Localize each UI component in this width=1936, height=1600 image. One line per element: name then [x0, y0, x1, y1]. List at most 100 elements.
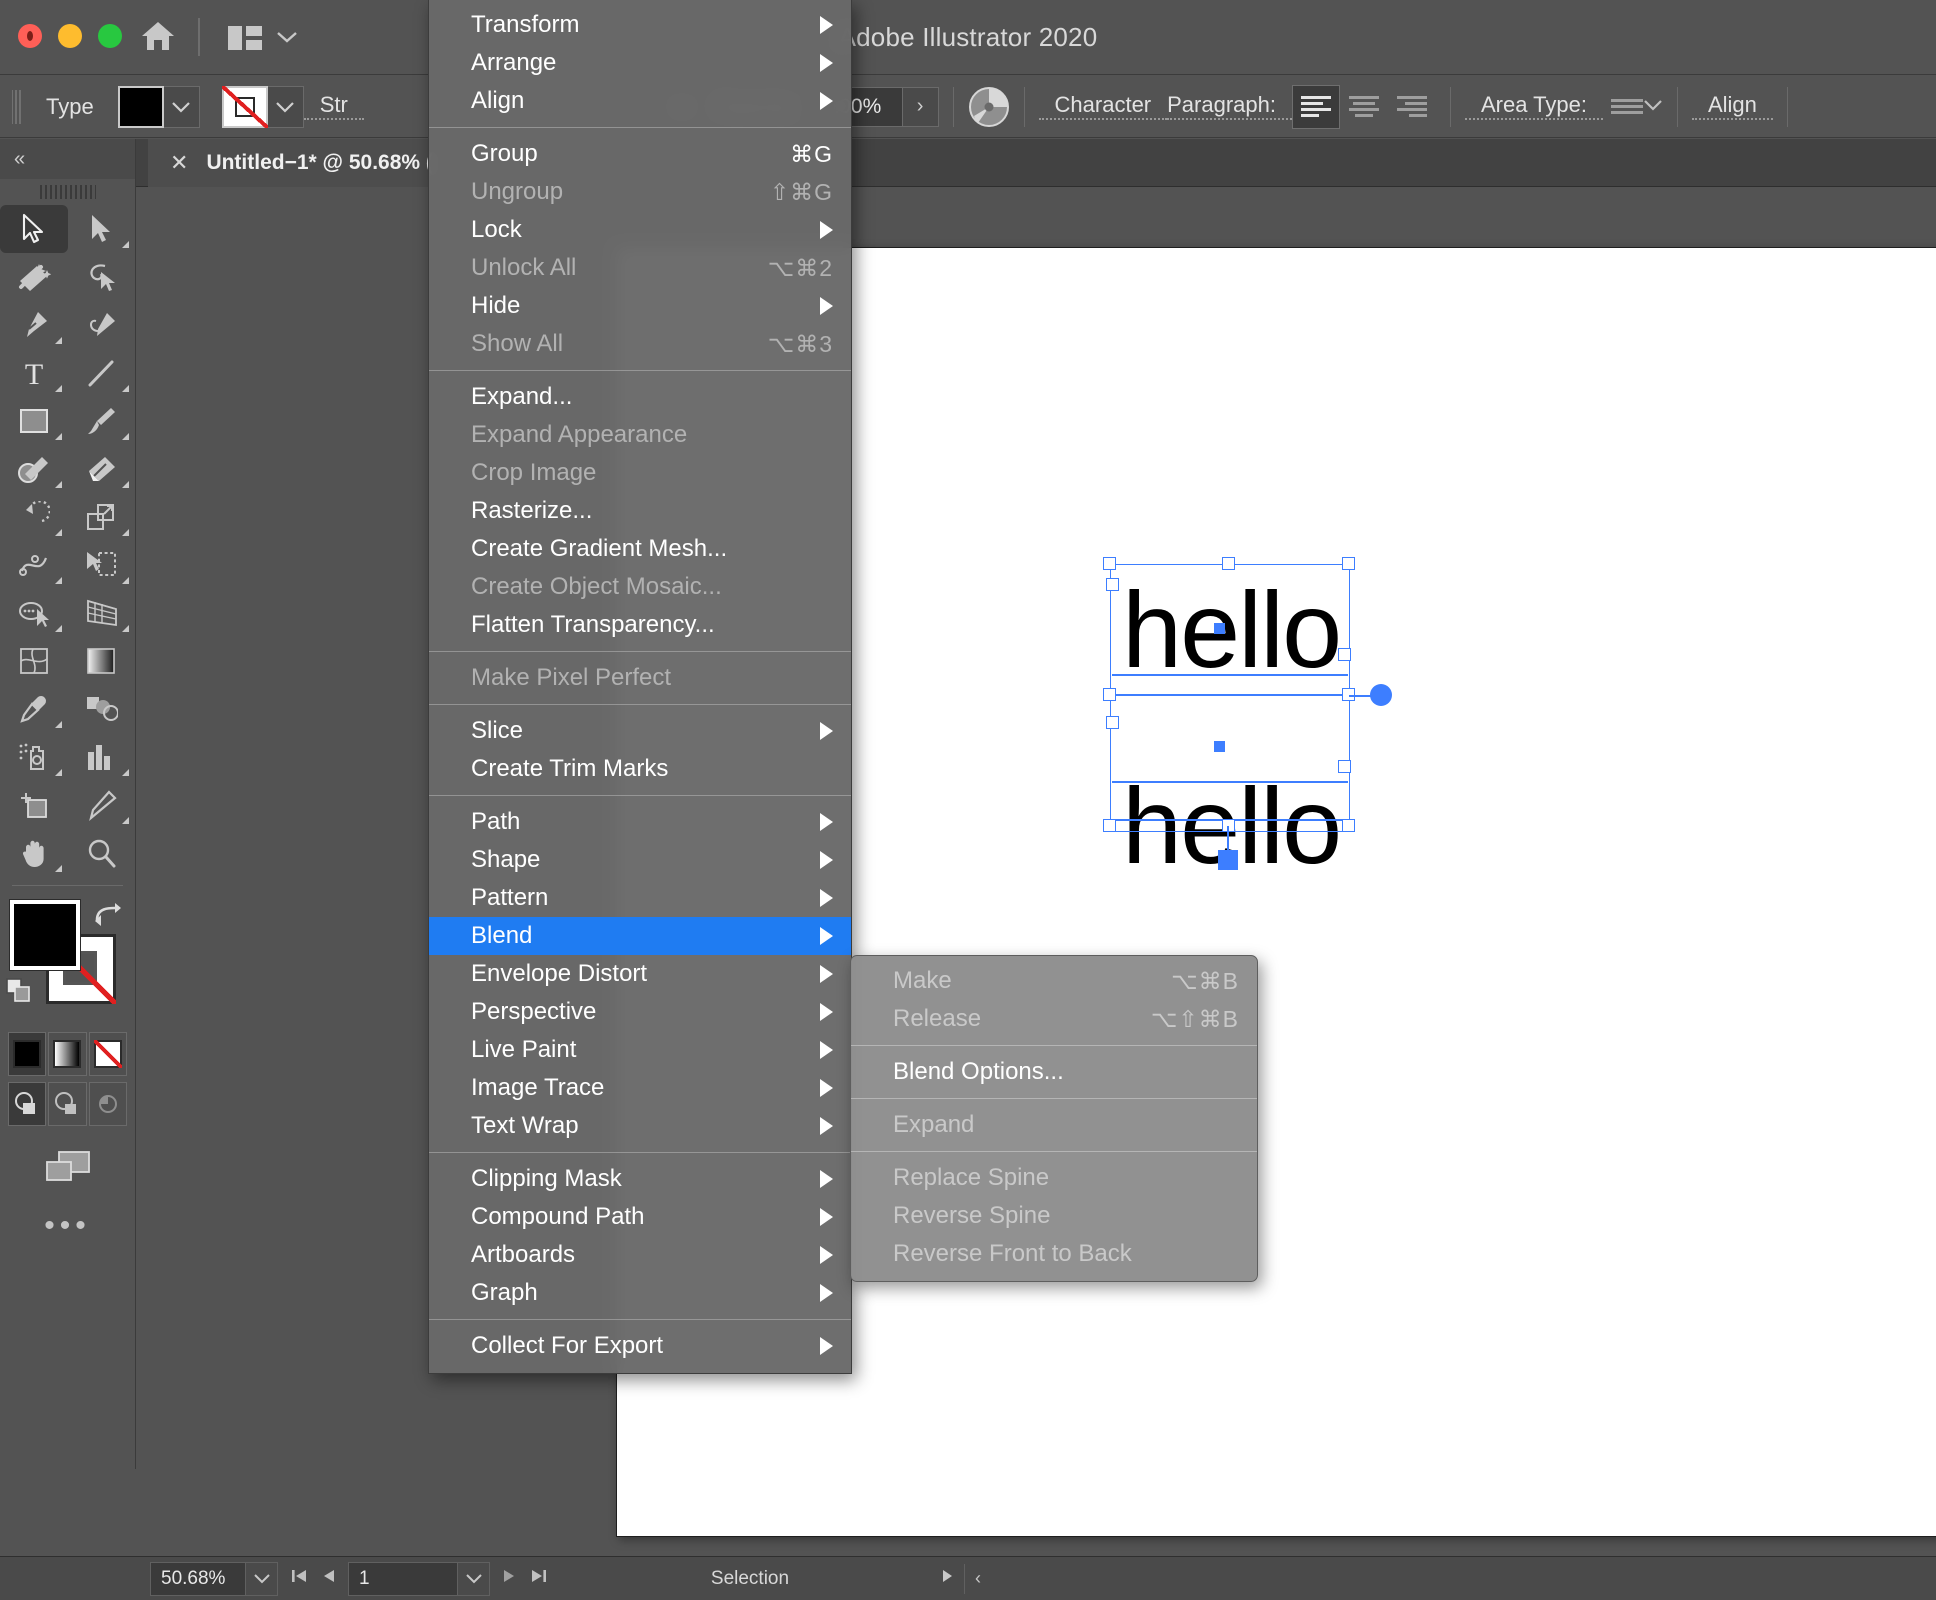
handle-bottom-left[interactable] — [1103, 819, 1116, 832]
menu-item-lock[interactable]: Lock — [429, 211, 851, 249]
object-menu[interactable]: Transform Arrange Align Group ⌘G Ungroup ⇧⌘G Lo… — [428, 0, 852, 1374]
slice-tool[interactable] — [68, 781, 136, 829]
line-segment-tool[interactable] — [68, 349, 136, 397]
stroke-swatch[interactable] — [221, 85, 268, 128]
handle-bottom-right[interactable] — [1342, 819, 1355, 832]
menu-item-arrange[interactable]: Arrange — [429, 44, 851, 82]
change-screen-mode-icon[interactable] — [45, 1150, 91, 1189]
artboard-tool[interactable] — [0, 781, 68, 829]
default-fill-stroke-icon[interactable] — [6, 978, 34, 1009]
handle-top-right[interactable] — [1342, 557, 1355, 570]
next-artboard-icon[interactable] — [502, 1567, 516, 1590]
eraser-tool[interactable] — [68, 445, 136, 493]
menu-item-create-gradient-mesh[interactable]: Create Gradient Mesh... — [429, 530, 851, 568]
align-left-button[interactable] — [1291, 84, 1340, 129]
menu-item-group[interactable]: Group ⌘G — [429, 135, 851, 173]
draw-behind-button[interactable] — [48, 1082, 87, 1126]
menu-item-live-paint[interactable]: Live Paint — [429, 1031, 851, 1069]
zoom-level-input[interactable]: 50.68% — [150, 1561, 246, 1596]
shaper-tool[interactable] — [0, 445, 68, 493]
spine-anchor-top[interactable] — [1214, 623, 1225, 634]
handle-sub-top-right[interactable] — [1338, 648, 1351, 661]
minimize-window-button[interactable] — [58, 24, 82, 48]
rectangle-tool[interactable] — [0, 397, 68, 445]
none-fill-button[interactable] — [88, 1032, 127, 1076]
menu-item-artboards[interactable]: Artboards — [429, 1236, 851, 1274]
artboard-chevron-down-icon[interactable] — [458, 1561, 490, 1596]
lasso-tool[interactable] — [68, 253, 136, 301]
column-graph-tool[interactable] — [68, 733, 136, 781]
blend-object-selection[interactable]: hello hello — [1103, 557, 1412, 896]
direct-selection-tool[interactable] — [68, 205, 136, 253]
align-center-button[interactable] — [1340, 85, 1388, 129]
handle-sub-bottom-left[interactable] — [1106, 716, 1119, 729]
fill-dropdown-chevron-down-icon[interactable] — [163, 85, 200, 128]
blend-submenu[interactable]: Make ⌥⌘B Release ⌥⇧⌘B Blend Options... Expand… — [850, 955, 1258, 1282]
perspective-grid-tool[interactable] — [68, 589, 136, 637]
character-label[interactable]: Character — [1038, 93, 1168, 120]
stroke-swatch-group[interactable] — [221, 85, 304, 128]
menu-item-expand[interactable]: Expand... — [429, 378, 851, 416]
arrange-documents-icon[interactable] — [228, 26, 262, 50]
handle-top-left[interactable] — [1103, 557, 1116, 570]
curvature-tool[interactable] — [68, 301, 136, 349]
opacity-sphere-icon[interactable] — [968, 86, 1010, 128]
menu-item-hide[interactable]: Hide — [429, 287, 851, 325]
document-tab[interactable]: ✕ Untitled−1* @ 50.68% ( — [148, 139, 455, 187]
handle-mid-left[interactable] — [1103, 688, 1116, 701]
type-tool[interactable]: T — [0, 349, 68, 397]
magic-wand-tool[interactable] — [0, 253, 68, 301]
menu-item-flatten-transparency[interactable]: Flatten Transparency... — [429, 606, 851, 644]
menu-item-transform[interactable]: Transform — [429, 6, 851, 44]
symbol-sprayer-tool[interactable] — [0, 733, 68, 781]
align-label[interactable]: Align — [1691, 93, 1773, 120]
shape-builder-tool[interactable] — [0, 589, 68, 637]
tools-collapse-button[interactable]: « — [0, 139, 135, 179]
canvas-workspace[interactable] — [136, 187, 1936, 1549]
menu-item-image-trace[interactable]: Image Trace — [429, 1069, 851, 1107]
gradient-tool[interactable] — [68, 637, 136, 685]
free-transform-tool[interactable] — [68, 541, 136, 589]
stroke-dropdown-chevron-down-icon[interactable] — [267, 85, 304, 128]
swap-fill-stroke-icon[interactable] — [91, 900, 121, 931]
menu-item-compound-path[interactable]: Compound Path — [429, 1198, 851, 1236]
home-icon[interactable] — [140, 20, 176, 52]
tools-panel-grip[interactable] — [0, 179, 135, 205]
spine-endpoint-square[interactable] — [1218, 850, 1238, 870]
zoom-tool[interactable] — [68, 829, 136, 877]
status-expand-icon[interactable] — [940, 1567, 954, 1590]
stroke-label[interactable]: Str — [303, 93, 364, 120]
selection-tool[interactable] — [0, 205, 68, 253]
menu-item-text-wrap[interactable]: Text Wrap — [429, 1107, 851, 1145]
close-icon[interactable]: ✕ — [170, 152, 188, 174]
control-bar-grip[interactable] — [12, 89, 22, 124]
menu-item-perspective[interactable]: Perspective — [429, 993, 851, 1031]
area-type-label[interactable]: Area Type: — [1464, 93, 1603, 120]
rotate-tool[interactable] — [0, 493, 68, 541]
gradient-fill-button[interactable] — [48, 1032, 87, 1076]
paragraph-label[interactable]: Paragraph: — [1167, 93, 1292, 120]
spine-endpoint-round[interactable] — [1370, 684, 1392, 706]
blend-tool[interactable] — [68, 685, 136, 733]
width-tool[interactable] — [0, 541, 68, 589]
menu-item-collect-for-export[interactable]: Collect For Export — [429, 1327, 851, 1365]
spine-anchor-bottom[interactable] — [1214, 741, 1225, 752]
artboard-number-input[interactable]: 1 — [348, 1561, 458, 1596]
align-right-button[interactable] — [1388, 85, 1436, 129]
color-fill-button[interactable] — [8, 1032, 47, 1076]
menu-item-path[interactable]: Path — [429, 803, 851, 841]
eyedropper-tool[interactable] — [0, 685, 68, 733]
previous-artboard-icon[interactable] — [322, 1567, 336, 1590]
fill-swatch-group[interactable] — [117, 85, 200, 128]
scale-tool[interactable] — [68, 493, 136, 541]
close-window-button[interactable] — [18, 24, 42, 48]
menu-item-blend[interactable]: Blend — [429, 917, 851, 955]
first-artboard-icon[interactable] — [290, 1567, 308, 1590]
menu-item-create-trim-marks[interactable]: Create Trim Marks — [429, 750, 851, 788]
fill-color-swatch[interactable] — [9, 899, 81, 971]
fill-swatch[interactable] — [117, 85, 164, 128]
status-collapse-icon[interactable]: ‹ — [975, 1568, 981, 1589]
menu-item-envelope-distort[interactable]: Envelope Distort — [429, 955, 851, 993]
draw-inside-button[interactable] — [88, 1082, 127, 1126]
menu-item-pattern[interactable]: Pattern — [429, 879, 851, 917]
